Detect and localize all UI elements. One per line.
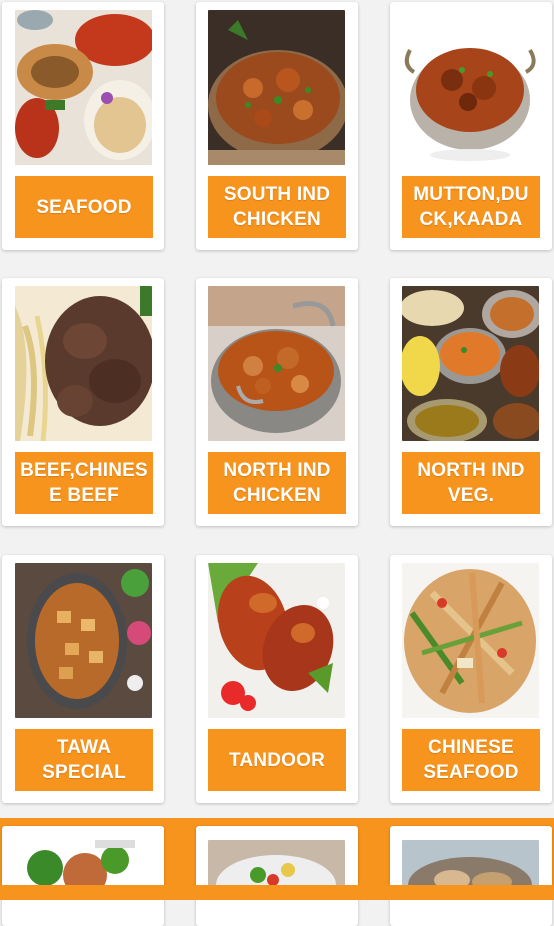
category-button-label[interactable]: TANDOOR <box>208 729 346 791</box>
beef-noodles-image <box>15 286 152 441</box>
category-button-label[interactable]: BEEF,CHINES E BEEF <box>15 452 153 514</box>
category-card-south-ind-chicken[interactable]: SOUTH IND CHICKEN <box>196 2 358 250</box>
category-button-label[interactable]: CHINESE SEAFOOD <box>402 729 540 791</box>
mutton-curry-image <box>402 10 539 165</box>
category-card-seafood[interactable]: SEAFOOD <box>2 2 164 250</box>
chinese-stir-fry-image <box>402 563 539 718</box>
category-card-north-ind-chicken[interactable]: NORTH IND CHICKEN <box>196 278 358 526</box>
category-card-tandoor[interactable]: TANDOOR <box>196 555 358 803</box>
category-card-partial[interactable] <box>196 826 358 926</box>
category-button-label[interactable]: SEAFOOD <box>15 176 153 238</box>
category-button-label[interactable]: TAWA SPECIAL <box>15 729 153 791</box>
veg-thali-image <box>402 286 539 441</box>
category-card-chinese-seafood[interactable]: CHINESE SEAFOOD <box>390 555 552 803</box>
category-card-beef[interactable]: BEEF,CHINES E BEEF <box>2 278 164 526</box>
category-button-label[interactable]: MUTTON,DU CK,KAADA <box>402 176 540 238</box>
category-grid: SEAFOOD SOUTH IND CHICKEN MUTTON,DU CK,K… <box>0 0 554 926</box>
seafood-image <box>15 10 152 165</box>
category-card-north-ind-veg[interactable]: NORTH IND VEG. <box>390 278 552 526</box>
chicken-kadai-image <box>208 286 345 441</box>
tawa-paneer-image <box>15 563 152 718</box>
category-card-mutton[interactable]: MUTTON,DU CK,KAADA <box>390 2 552 250</box>
category-card-tawa-special[interactable]: TAWA SPECIAL <box>2 555 164 803</box>
category-button-label[interactable]: NORTH IND CHICKEN <box>208 452 346 514</box>
category-card-partial[interactable] <box>390 826 552 926</box>
tandoori-chicken-image <box>208 563 345 718</box>
category-button-label[interactable]: NORTH IND VEG. <box>402 452 540 514</box>
bottom-accent-bar <box>0 885 554 900</box>
category-card-partial[interactable] <box>2 826 164 926</box>
chicken-curry-image <box>208 10 345 165</box>
category-button-label[interactable]: SOUTH IND CHICKEN <box>208 176 346 238</box>
